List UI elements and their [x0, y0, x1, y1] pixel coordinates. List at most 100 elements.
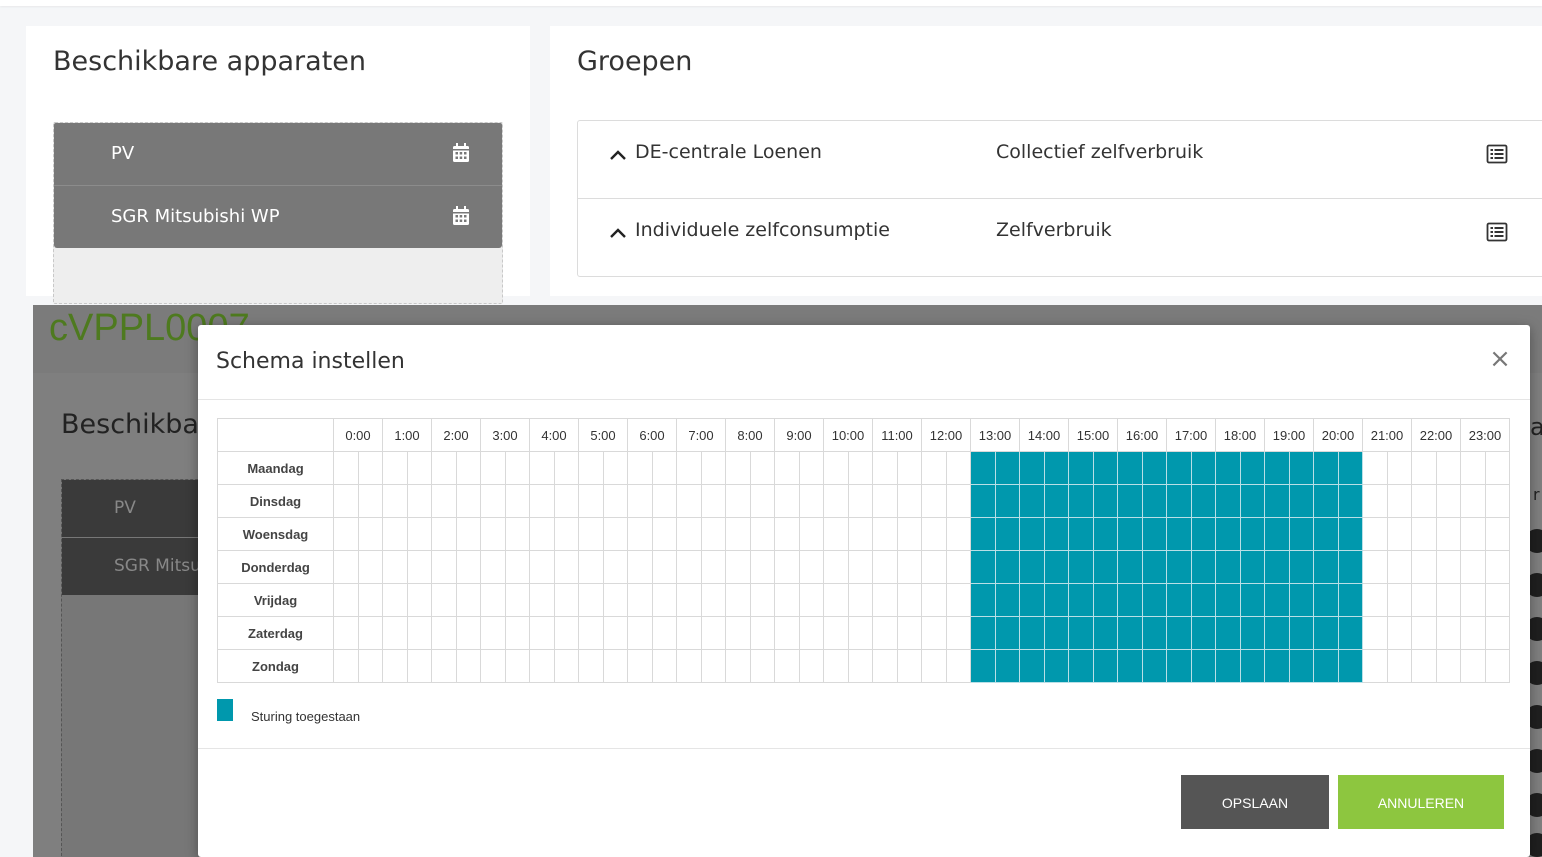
schedule-cell[interactable] [676, 451, 702, 485]
schedule-cell[interactable] [700, 649, 726, 683]
schedule-cell[interactable] [333, 649, 359, 683]
chevron-up-icon[interactable] [608, 145, 628, 165]
schedule-cell[interactable] [994, 616, 1020, 650]
schedule-cell[interactable] [1215, 484, 1241, 518]
schedule-cell[interactable] [406, 484, 432, 518]
schedule-cell[interactable] [553, 649, 579, 683]
schedule-cell[interactable] [382, 451, 408, 485]
schedule-cell[interactable] [1313, 616, 1339, 650]
schedule-cell[interactable] [774, 583, 800, 617]
schedule-cell[interactable] [872, 649, 898, 683]
schedule-cell[interactable] [725, 616, 751, 650]
schedule-cell[interactable] [1141, 517, 1167, 551]
schedule-cell[interactable] [627, 649, 653, 683]
schedule-cell[interactable] [1313, 451, 1339, 485]
schedule-cell[interactable] [529, 451, 555, 485]
schedule-cell[interactable] [1313, 583, 1339, 617]
schedule-cell[interactable] [455, 550, 481, 584]
schedule-cell[interactable] [480, 616, 506, 650]
schedule-cell[interactable] [1141, 484, 1167, 518]
schedule-cell[interactable] [676, 649, 702, 683]
schedule-cell[interactable] [872, 550, 898, 584]
schedule-cell[interactable] [578, 484, 604, 518]
schedule-cell[interactable] [529, 484, 555, 518]
schedule-cell[interactable] [1092, 616, 1118, 650]
schedule-cell[interactable] [1068, 649, 1094, 683]
schedule-cell[interactable] [357, 583, 383, 617]
schedule-cell[interactable] [357, 649, 383, 683]
schedule-cell[interactable] [1166, 550, 1192, 584]
device-item-pv[interactable]: PV [54, 123, 502, 185]
schedule-cell[interactable] [1288, 451, 1314, 485]
schedule-cell[interactable] [651, 583, 677, 617]
schedule-cell[interactable] [504, 550, 530, 584]
schedule-cell[interactable] [970, 517, 996, 551]
schedule-cell[interactable] [333, 583, 359, 617]
schedule-cell[interactable] [406, 583, 432, 617]
schedule-cell[interactable] [1190, 616, 1216, 650]
schedule-cell[interactable] [1411, 649, 1437, 683]
schedule-cell[interactable] [1460, 616, 1486, 650]
schedule-cell[interactable] [333, 550, 359, 584]
schedule-cell[interactable] [382, 649, 408, 683]
schedule-cell[interactable] [823, 451, 849, 485]
schedule-cell[interactable] [1484, 616, 1510, 650]
schedule-cell[interactable] [578, 451, 604, 485]
schedule-cell[interactable] [1264, 616, 1290, 650]
schedule-cell[interactable] [333, 484, 359, 518]
calendar-icon[interactable] [452, 206, 470, 226]
schedule-cell[interactable] [1068, 616, 1094, 650]
schedule-cell[interactable] [798, 550, 824, 584]
schedule-cell[interactable] [676, 484, 702, 518]
schedule-cell[interactable] [1386, 484, 1412, 518]
schedule-cell[interactable] [749, 649, 775, 683]
schedule-cell[interactable] [774, 451, 800, 485]
schedule-cell[interactable] [651, 451, 677, 485]
schedule-cell[interactable] [1411, 517, 1437, 551]
schedule-cell[interactable] [798, 649, 824, 683]
schedule-cell[interactable] [627, 583, 653, 617]
schedule-cell[interactable] [921, 550, 947, 584]
schedule-cell[interactable] [1264, 550, 1290, 584]
schedule-cell[interactable] [1166, 616, 1192, 650]
schedule-cell[interactable] [357, 484, 383, 518]
schedule-cell[interactable] [1435, 451, 1461, 485]
schedule-cell[interactable] [896, 616, 922, 650]
schedule-cell[interactable] [994, 517, 1020, 551]
schedule-cell[interactable] [921, 484, 947, 518]
schedule-cell[interactable] [847, 583, 873, 617]
schedule-cell[interactable] [480, 550, 506, 584]
schedule-cell[interactable] [1288, 484, 1314, 518]
schedule-cell[interactable] [1337, 451, 1363, 485]
schedule-cell[interactable] [1386, 583, 1412, 617]
schedule-cell[interactable] [700, 451, 726, 485]
schedule-cell[interactable] [578, 616, 604, 650]
schedule-cell[interactable] [970, 583, 996, 617]
schedule-cell[interactable] [504, 484, 530, 518]
schedule-cell[interactable] [700, 517, 726, 551]
group-row-de-centrale-loenen[interactable]: DE-centrale Loenen Collectief zelfverbru… [578, 121, 1542, 199]
schedule-cell[interactable] [602, 649, 628, 683]
schedule-cell[interactable] [700, 583, 726, 617]
schedule-cell[interactable] [872, 583, 898, 617]
schedule-cell[interactable] [1092, 451, 1118, 485]
schedule-cell[interactable] [1043, 451, 1069, 485]
schedule-cell[interactable] [1435, 517, 1461, 551]
schedule-cell[interactable] [1337, 583, 1363, 617]
schedule-cell[interactable] [1019, 517, 1045, 551]
schedule-cell[interactable] [847, 550, 873, 584]
schedule-cell[interactable] [431, 616, 457, 650]
schedule-cell[interactable] [798, 616, 824, 650]
schedule-cell[interactable] [1190, 649, 1216, 683]
schedule-cell[interactable] [872, 451, 898, 485]
schedule-cell[interactable] [1166, 484, 1192, 518]
schedule-cell[interactable] [823, 550, 849, 584]
group-row-individuele-zelfconsumptie[interactable]: Individuele zelfconsumptie Zelfverbruik [578, 199, 1542, 276]
schedule-cell[interactable] [1411, 550, 1437, 584]
schedule-cell[interactable] [504, 451, 530, 485]
schedule-cell[interactable] [651, 517, 677, 551]
schedule-cell[interactable] [823, 484, 849, 518]
schedule-cell[interactable] [1460, 517, 1486, 551]
schedule-cell[interactable] [1313, 550, 1339, 584]
schedule-cell[interactable] [1288, 517, 1314, 551]
